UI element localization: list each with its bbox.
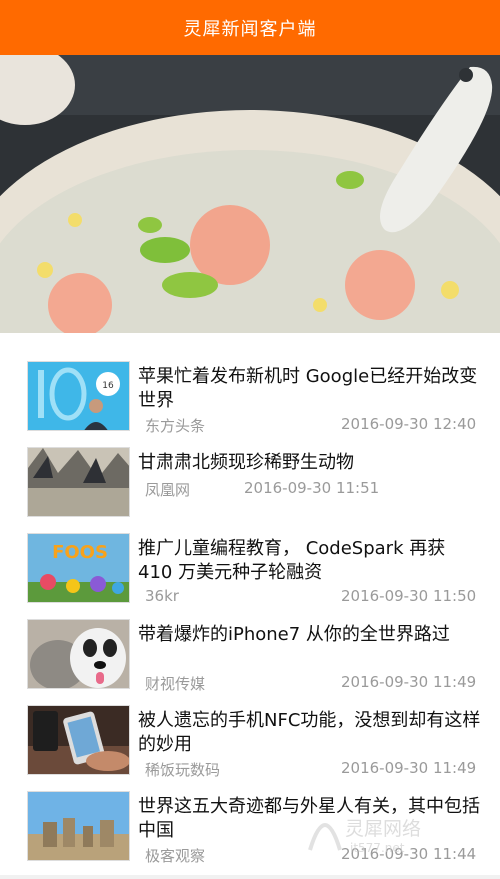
news-item[interactable]: FOOS 推广儿童编程教育， CodeSpark 再获 410 万美元种子轮融资… (0, 505, 500, 605)
app-header: 灵犀新闻客户端 (0, 0, 500, 55)
news-headline: 苹果忙着发布新机时 Google已经开始改变世界 (138, 366, 478, 411)
news-source: 凤凰网 (145, 481, 191, 499)
news-time: 2016-09-30 11:51 (244, 479, 380, 497)
banner-carousel[interactable] (0, 55, 500, 333)
news-headline: 带着爆炸的iPhone7 从你的全世界路过 (138, 624, 450, 645)
svg-text:FOOS: FOOS (52, 542, 108, 563)
banner-image (0, 55, 500, 333)
news-list: 16 苹果忙着发布新机时 Google已经开始改变世界 东方头条 2016-09… (0, 333, 500, 875)
news-item[interactable]: 甘肃肃北频现珍稀野生动物 凤凰网 2016-09-30 11:51 (0, 419, 500, 517)
news-headline: 甘肃肃北频现珍稀野生动物 (138, 452, 354, 473)
news-item[interactable]: 被人遗忘的手机NFC功能，没想到却有这样的妙用 稀饭玩数码 2016-09-30… (0, 677, 500, 779)
news-time: 2016-09-30 11:44 (341, 845, 477, 863)
news-headline: 推广儿童编程教育， CodeSpark 再获 410 万美元种子轮融资 (138, 538, 446, 583)
news-item[interactable]: 世界这五大奇迹都与外星人有关，其中包括中国 极客观察 2016-09-30 11… (0, 763, 500, 865)
app-title: 灵犀新闻客户端 (183, 18, 317, 40)
svg-text:16: 16 (102, 381, 114, 391)
news-item[interactable]: 带着爆炸的iPhone7 从你的全世界路过 财视传媒 2016-09-30 11… (0, 591, 500, 693)
news-source: 极客观察 (145, 847, 206, 865)
news-headline: 世界这五大奇迹都与外星人有关，其中包括中国 (138, 796, 480, 841)
news-item[interactable]: 16 苹果忙着发布新机时 Google已经开始改变世界 东方头条 2016-09… (0, 333, 500, 435)
news-headline: 被人遗忘的手机NFC功能，没想到却有这样的妙用 (138, 710, 481, 755)
news-thumbnail (27, 791, 130, 861)
